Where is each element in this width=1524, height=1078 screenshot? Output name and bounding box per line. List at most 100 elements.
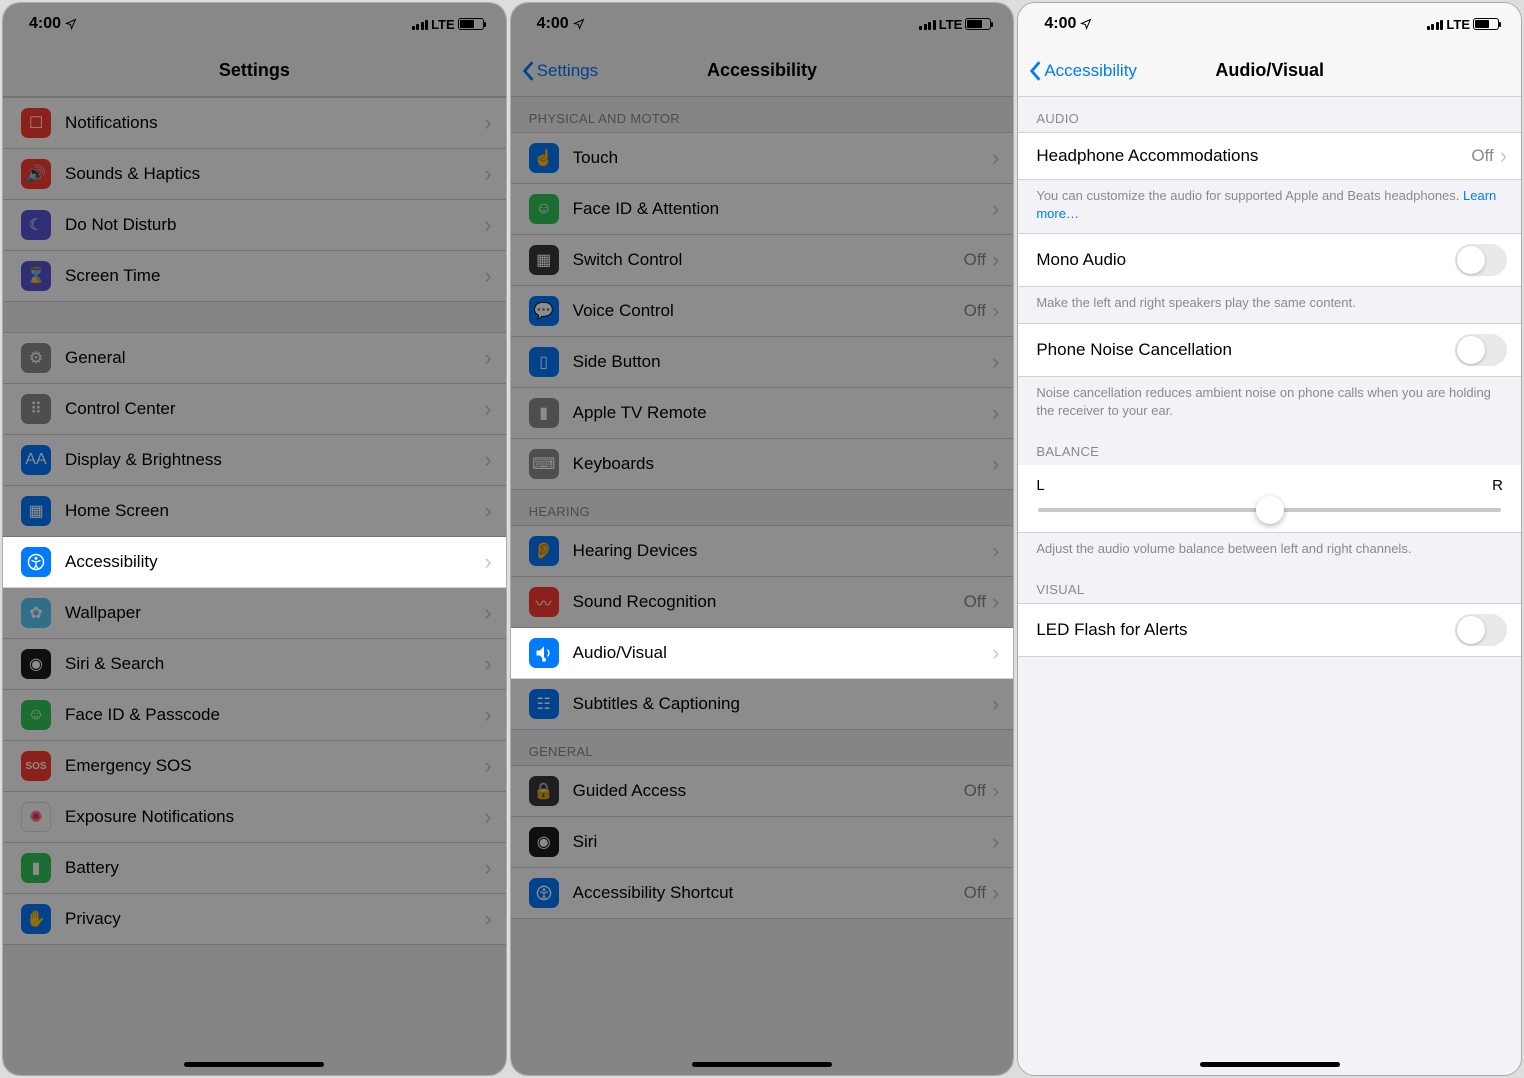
row-faceid-attention[interactable]: ☺Face ID & Attention› [511,184,1014,235]
sos-icon: SOS [21,751,51,781]
row-mono-audio[interactable]: Mono Audio [1018,233,1521,287]
row-exposure[interactable]: ✺Exposure Notifications› [3,792,506,843]
mono-audio-toggle[interactable] [1455,244,1507,276]
switch-icon: ▦ [529,245,559,275]
wallpaper-icon: ✿ [21,598,51,628]
back-button[interactable]: Settings [521,45,598,96]
accessibility-icon [529,878,559,908]
location-icon [65,18,77,30]
siri-icon: ◉ [529,827,559,857]
chevron-icon: › [484,263,491,289]
balance-footer: Adjust the audio volume balance between … [1018,533,1521,568]
row-subtitles[interactable]: ☷Subtitles & Captioning› [511,679,1014,730]
row-apple-tv[interactable]: ▮Apple TV Remote› [511,388,1014,439]
gear-icon: ⚙ [21,343,51,373]
home-indicator[interactable] [692,1062,832,1067]
row-hearing-devices[interactable]: 👂Hearing Devices› [511,525,1014,577]
row-faceid[interactable]: ☺Face ID & Passcode› [3,690,506,741]
chevron-icon: › [992,349,999,375]
status-time: 4:00 [537,15,569,33]
lock-icon: 🔒 [529,776,559,806]
chevron-icon: › [484,161,491,187]
chevron-icon: › [484,396,491,422]
row-voice-control[interactable]: 💬Voice ControlOff› [511,286,1014,337]
row-shortcut[interactable]: Accessibility ShortcutOff› [511,868,1014,919]
hourglass-icon: ⌛ [21,261,51,291]
chevron-icon: › [484,549,491,575]
signal-icon [412,18,429,30]
chevron-icon: › [992,400,999,426]
row-touch[interactable]: ☝Touch› [511,132,1014,184]
settings-list[interactable]: ☐Notifications› 🔊Sounds & Haptics› ☾Do N… [3,97,506,1075]
audio-visual-icon [529,638,559,668]
row-headphone-accommodations[interactable]: Headphone Accommodations Off › [1018,132,1521,180]
chevron-icon: › [992,247,999,273]
chevron-icon: › [992,880,999,906]
audio-visual-list[interactable]: AUDIO Headphone Accommodations Off › You… [1018,97,1521,1075]
headphone-footer: You can customize the audio for supporte… [1018,180,1521,233]
row-sound-recognition[interactable]: 〰Sound RecognitionOff› [511,577,1014,628]
notifications-icon: ☐ [21,108,51,138]
balance-slider[interactable] [1038,508,1501,512]
page-title: Audio/Visual [1215,60,1324,81]
chevron-icon: › [992,298,999,324]
row-wallpaper[interactable]: ✿Wallpaper› [3,588,506,639]
chevron-icon: › [484,651,491,677]
home-indicator[interactable] [1200,1062,1340,1067]
battery-row-icon: ▮ [21,853,51,883]
status-bar: 4:00 LTE [3,3,506,45]
row-display[interactable]: AADisplay & Brightness› [3,435,506,486]
led-flash-toggle[interactable] [1455,614,1507,646]
row-siri[interactable]: ◉Siri & Search› [3,639,506,690]
section-general: GENERAL [511,730,1014,765]
balance-control: L R [1018,465,1521,533]
chevron-icon: › [992,640,999,666]
status-bar: 4:00 LTE [511,3,1014,45]
row-led-flash[interactable]: LED Flash for Alerts [1018,603,1521,657]
chevron-icon: › [484,447,491,473]
keyboard-icon: ⌨ [529,449,559,479]
carrier-label: LTE [431,17,455,32]
row-sos[interactable]: SOSEmergency SOS› [3,741,506,792]
accessibility-list[interactable]: PHYSICAL AND MOTOR ☝Touch› ☺Face ID & At… [511,97,1014,1075]
section-physical: PHYSICAL AND MOTOR [511,97,1014,132]
text-size-icon: AA [21,445,51,475]
noise-cancel-toggle[interactable] [1455,334,1507,366]
row-general[interactable]: ⚙General› [3,332,506,384]
row-home-screen[interactable]: ▦Home Screen› [3,486,506,537]
chevron-icon: › [484,753,491,779]
slider-thumb[interactable] [1256,496,1284,524]
back-button[interactable]: Accessibility [1028,45,1137,96]
row-noise-cancellation[interactable]: Phone Noise Cancellation [1018,323,1521,377]
row-audio-visual[interactable]: Audio/Visual› [511,628,1014,679]
ear-icon: 👂 [529,536,559,566]
row-guided-access[interactable]: 🔒Guided AccessOff› [511,765,1014,817]
battery-icon [965,18,991,30]
row-side-button[interactable]: ▯Side Button› [511,337,1014,388]
status-bar: 4:00 LTE [1018,3,1521,45]
moon-icon: ☾ [21,210,51,240]
location-icon [573,18,585,30]
chevron-icon: › [484,110,491,136]
row-notifications[interactable]: ☐Notifications› [3,97,506,149]
chevron-icon: › [992,538,999,564]
row-battery[interactable]: ▮Battery› [3,843,506,894]
row-siri[interactable]: ◉Siri› [511,817,1014,868]
home-indicator[interactable] [184,1062,324,1067]
navbar: Settings [3,45,506,97]
row-accessibility[interactable]: Accessibility› [3,537,506,588]
section-visual: VISUAL [1018,568,1521,603]
sounds-icon: 🔊 [21,159,51,189]
row-control-center[interactable]: ⠿Control Center› [3,384,506,435]
row-switch-control[interactable]: ▦Switch ControlOff› [511,235,1014,286]
row-sounds[interactable]: 🔊Sounds & Haptics› [3,149,506,200]
screen-audio-visual: 4:00 LTE Accessibility Audio/Visual AUDI… [1017,2,1522,1076]
section-balance: BALANCE [1018,430,1521,465]
row-screentime[interactable]: ⌛Screen Time› [3,251,506,302]
row-dnd[interactable]: ☾Do Not Disturb› [3,200,506,251]
row-keyboards[interactable]: ⌨Keyboards› [511,439,1014,490]
screen-accessibility: 4:00 LTE Settings Accessibility PHYSICAL… [510,2,1015,1076]
screen-settings: 4:00 LTE Settings ☐Notifications› 🔊Sound… [2,2,507,1076]
chevron-icon: › [992,691,999,717]
row-privacy[interactable]: ✋Privacy› [3,894,506,945]
